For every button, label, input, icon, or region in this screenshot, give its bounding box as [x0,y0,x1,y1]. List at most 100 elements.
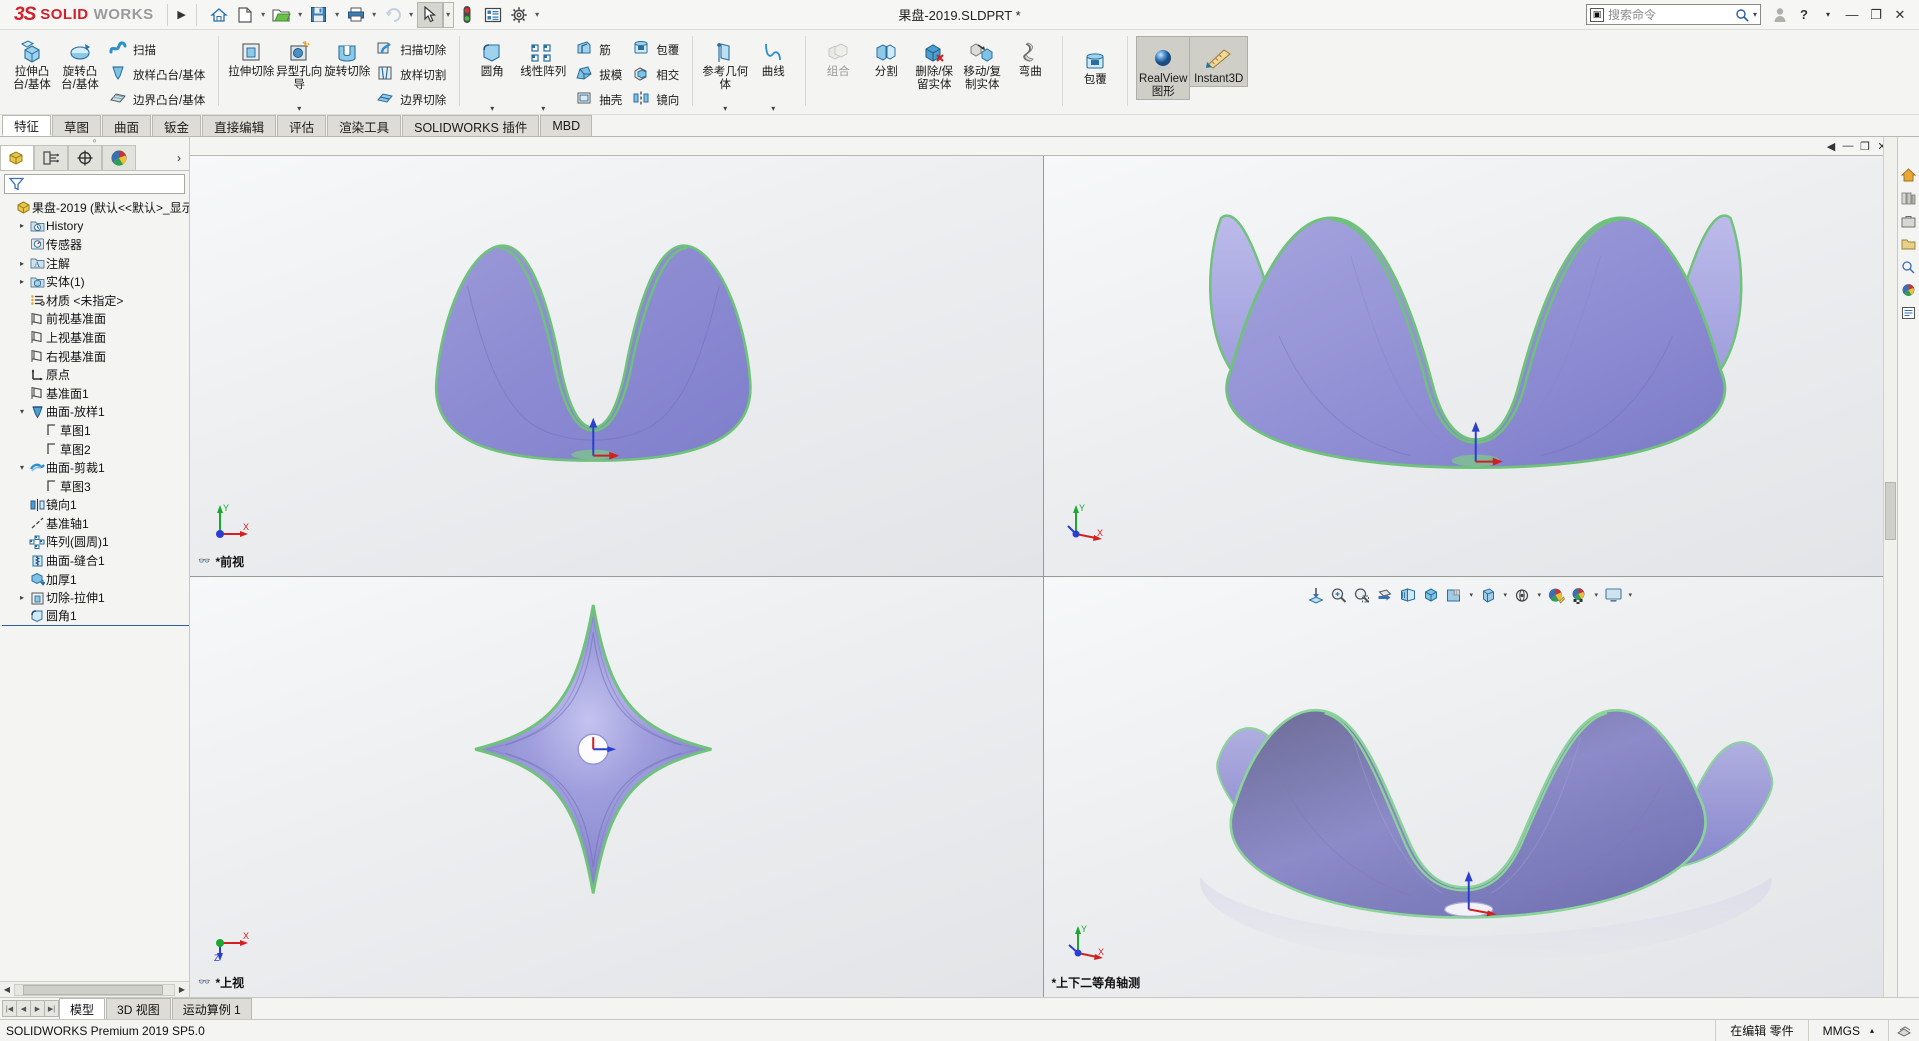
feature-tree-item[interactable]: 果盘-2019 (默认<<默认>_显示状态 [2,198,189,217]
extrude-boss-button[interactable]: 拉伸凸台/基体 [8,32,56,114]
tab-render-tools[interactable]: 渲染工具 [327,115,402,136]
feature-tree-item[interactable]: 镜向1 [2,496,189,515]
boundary-cut-button[interactable]: 边界切除 [373,87,451,112]
display-manager-tab[interactable] [102,145,136,170]
new-document-dropdown[interactable]: ▾ [258,2,269,28]
curves-dropdown[interactable]: ▾ [749,104,797,113]
first-tab-button[interactable]: |◀ [2,1000,17,1017]
select-cursor-icon[interactable] [416,1,443,28]
print-icon[interactable] [343,2,369,28]
hole-wizard-button[interactable]: 异型孔向导 ▾ [275,32,323,114]
edit-appearance-icon[interactable] [1478,585,1499,606]
graphics-vertical-scrollbar[interactable] [1883,137,1897,997]
feature-tree-item[interactable]: ▸ A 注解 [2,254,189,273]
scroll-thumb[interactable] [1885,482,1896,540]
bottom-tab-3dviews[interactable]: 3D 视图 [106,998,171,1019]
save-dropdown[interactable]: ▾ [332,2,343,28]
feature-tree-item[interactable]: 传感器 [2,235,189,254]
scroll-track[interactable] [14,983,175,996]
scene-background-caret[interactable]: ▾ [1592,591,1601,599]
feature-tree-item[interactable]: 右视基准面 [2,347,189,366]
apply-scene-icon[interactable] [1512,585,1533,606]
extrude-cut-button[interactable]: 拉伸切除 [227,32,275,114]
mirror-button[interactable]: 镜向 [629,87,684,112]
intersect-button[interactable]: 相交 [629,62,684,87]
tree-expand-toggle[interactable]: ▾ [16,463,28,472]
user-account-icon[interactable] [1769,3,1791,27]
open-folder-icon[interactable] [269,2,295,28]
viewport-restore-button[interactable]: ❐ [1858,140,1872,153]
tree-expand-toggle[interactable]: ▾ [16,407,28,416]
draft-button[interactable]: 拔模 [572,62,627,87]
feature-tree-item[interactable]: 基准面1 [2,384,189,403]
tab-sketch[interactable]: 草图 [52,115,102,136]
shell-button[interactable]: 抽壳 [572,87,627,112]
realview-toggle[interactable]: RealView 图形 [1136,36,1191,100]
hole-wizard-dropdown[interactable]: ▾ [275,104,323,113]
file-properties-icon[interactable] [480,2,506,28]
fillet-button[interactable]: 圆角 ▾ [468,32,516,114]
print-dropdown[interactable]: ▾ [369,2,380,28]
restore-button[interactable]: ❐ [1865,3,1887,27]
tree-filter-input[interactable] [4,174,185,194]
custom-props-rail-icon[interactable] [1900,305,1918,321]
feature-tree-item[interactable]: 原点 [2,365,189,384]
appearances-rail-icon[interactable] [1900,282,1918,298]
reference-geometry-button[interactable]: 参考几何体 ▾ [701,32,749,114]
feature-tree-item[interactable]: 前视基准面 [2,310,189,329]
top-viewport[interactable]: X Z 👓 *上视 [190,576,1044,997]
wrap-button[interactable]: 包覆 [629,37,684,62]
apply-scene-caret[interactable]: ▾ [1535,591,1544,599]
undo-dropdown[interactable]: ▾ [406,2,417,28]
bottom-tab-model[interactable]: 模型 [59,998,106,1019]
scene-background-icon[interactable] [1569,585,1590,606]
split-button[interactable]: 分割 [862,32,910,114]
reference-geometry-dropdown[interactable]: ▾ [701,104,749,113]
rebuild-icon[interactable] [454,2,480,28]
tab-evaluate[interactable]: 评估 [277,115,327,136]
open-dropdown[interactable]: ▾ [295,2,306,28]
options-dropdown[interactable]: ▾ [532,2,543,28]
feature-manager-tab[interactable] [0,145,34,170]
feature-tree-item[interactable]: ▾ 曲面-放样1 [2,403,189,422]
linear-pattern-button[interactable]: 线性阵列 ▾ [516,32,570,114]
dimetric-viewport[interactable]: ▾ ▾ ▾ ▾ ▾ Y X *上下二等角轴测 [1043,576,1897,997]
tab-direct-editing[interactable]: 直接编辑 [202,115,277,136]
zoom-to-fit-icon[interactable] [1306,585,1327,606]
tree-horizontal-scrollbar[interactable]: ◀ ▶ [0,981,189,997]
delete-keep-body-button[interactable]: 删除/保留实体 [910,32,958,114]
previous-view-icon[interactable] [1352,585,1373,606]
tab-solidworks-addins[interactable]: SOLIDWORKS 插件 [402,115,540,136]
feature-tree-item[interactable]: 基准轴1 [2,514,189,533]
sweep-button[interactable]: 扫描 [106,37,210,62]
viewport-layout-caret[interactable]: ▾ [1626,591,1635,599]
flex-button[interactable]: 弯曲 [1006,32,1054,114]
help-button[interactable]: ? [1793,3,1815,27]
save-icon[interactable] [306,2,332,28]
scroll-left-arrow[interactable]: ◀ [0,985,14,994]
options-gear-icon[interactable] [506,2,532,28]
front-viewport[interactable]: Y X 👓 *前视 [190,156,1044,577]
search-rail-icon[interactable] [1900,259,1918,275]
curves-button[interactable]: 曲线 ▾ [749,32,797,114]
tab-surfaces[interactable]: 曲面 [102,115,152,136]
feature-tree-item[interactable]: ▾ 曲面-剪裁1 [2,458,189,477]
instant3d-toggle[interactable]: Instant3D [1190,36,1249,87]
status-units[interactable]: MMGS ▴ [1807,1019,1888,1041]
zoom-to-area-icon[interactable] [1329,585,1350,606]
tree-expand-toggle[interactable]: ▸ [16,593,28,602]
fillet-dropdown[interactable]: ▾ [468,104,516,113]
feature-tree-item[interactable]: 草图1 [2,421,189,440]
tree-expand-toggle[interactable]: ▸ [16,259,28,268]
move-copy-body-button[interactable]: 移动/复制实体 [958,32,1006,114]
rib-button[interactable]: 筋 [572,37,627,62]
feature-tree-item[interactable]: 圆角1 [2,607,189,626]
status-rebuild-indicator[interactable] [1888,1019,1919,1041]
home-icon[interactable] [206,2,232,28]
feature-tree-item[interactable]: 曲面-缝合1 [2,551,189,570]
next-tab-button[interactable]: ▶ [30,1000,45,1017]
feature-tree-item[interactable]: 草图3 [2,477,189,496]
library-rail-icon[interactable] [1900,190,1918,206]
new-document-icon[interactable] [232,2,258,28]
feature-tree-item[interactable]: 草图2 [2,440,189,459]
